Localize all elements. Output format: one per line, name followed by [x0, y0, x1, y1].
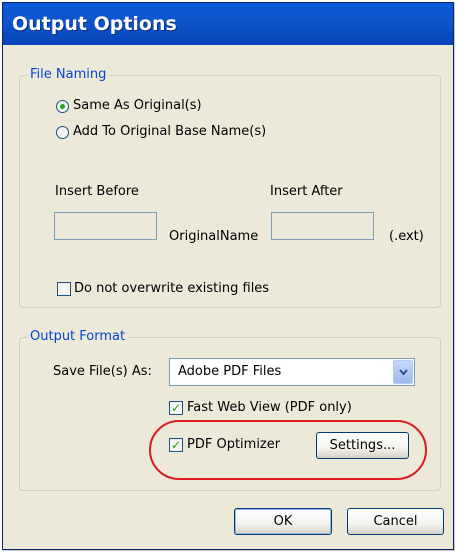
annotation-highlight-ellipse [149, 420, 427, 480]
extension-label: (.ext) [389, 229, 424, 244]
insert-before-input[interactable] [54, 212, 157, 240]
do-not-overwrite-label[interactable]: Do not overwrite existing files [74, 280, 269, 298]
fast-web-view-checkbox[interactable]: ✓ [169, 401, 183, 415]
ok-button[interactable]: OK [234, 508, 332, 535]
dropdown-arrow-button[interactable] [393, 360, 413, 384]
add-to-base-name-radio[interactable] [56, 126, 69, 139]
fast-web-view-label[interactable]: Fast Web View (PDF only) [187, 399, 352, 417]
insert-before-label: Insert Before [55, 184, 139, 199]
save-as-selected-value: Adobe PDF Files [178, 364, 282, 379]
save-as-dropdown[interactable]: Adobe PDF Files [169, 358, 415, 386]
do-not-overwrite-checkbox[interactable] [57, 282, 71, 296]
dialog-title: Output Options [3, 3, 453, 45]
insert-after-label: Insert After [270, 184, 343, 199]
chevron-down-icon [399, 369, 408, 376]
file-naming-legend: File Naming [27, 66, 110, 84]
radio-selected-dot [60, 104, 65, 109]
checkmark-icon: ✓ [170, 401, 182, 415]
output-format-legend: Output Format [27, 328, 129, 346]
original-name-label: OriginalName [169, 229, 259, 244]
insert-after-input[interactable] [271, 212, 374, 240]
same-as-original-label[interactable]: Same As Original(s) [73, 97, 202, 115]
same-as-original-radio[interactable] [56, 100, 69, 113]
save-as-label: Save File(s) As: [53, 364, 152, 379]
add-to-base-name-label[interactable]: Add To Original Base Name(s) [73, 123, 266, 141]
cancel-button[interactable]: Cancel [347, 508, 444, 535]
